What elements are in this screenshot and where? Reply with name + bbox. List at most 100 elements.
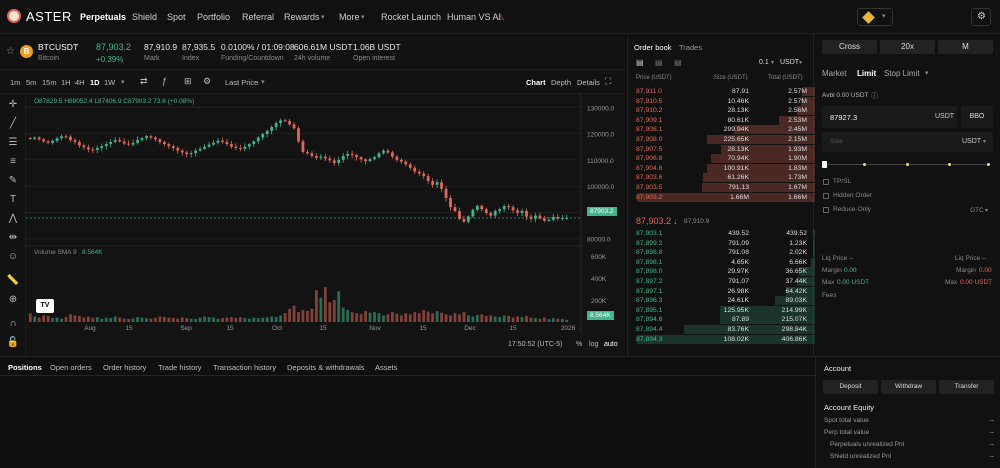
nav-rewards[interactable]: Rewards	[284, 12, 320, 22]
ask-row[interactable]: 87,911.0 87.91 2.57M	[628, 87, 815, 97]
ask-row[interactable]: 87,903.2 1.66M 1.66M	[628, 192, 815, 203]
nav-human-vs-ai[interactable]: Human VS AI	[447, 12, 501, 22]
chevron-down-icon[interactable]: ▾	[985, 207, 988, 214]
crosshair-icon[interactable]: ✛	[6, 99, 20, 111]
nav-shield[interactable]: Shield	[132, 12, 157, 22]
timeframe-15m[interactable]: 15m	[42, 78, 57, 87]
ruler-icon[interactable]: 📏	[6, 275, 20, 287]
nav-spot[interactable]: Spot	[167, 12, 186, 22]
hidden-order-checkbox[interactable]	[823, 193, 829, 199]
bbo-button[interactable]: BBO	[961, 106, 993, 128]
size-slider[interactable]	[822, 161, 990, 169]
chevron-down-icon[interactable]: ▾	[799, 59, 802, 66]
reduce-only-checkbox[interactable]	[823, 207, 829, 213]
ask-row[interactable]: 87,910.2 28.13K 2.56M	[628, 106, 815, 116]
tab-positions[interactable]: Positions	[8, 363, 42, 372]
book-both-icon[interactable]: ▤	[636, 58, 644, 67]
tab-transaction-history[interactable]: Transaction history	[213, 363, 276, 372]
ask-row[interactable]: 87,907.5 28.13K 1.93M	[628, 144, 815, 155]
bid-row[interactable]: 87,894.4 83.76K 298.84K	[628, 325, 815, 335]
chevron-down-icon[interactable]: ▾	[261, 78, 265, 86]
chevron-down-icon[interactable]: ▾	[983, 138, 986, 145]
leverage-button[interactable]: 20x	[880, 40, 935, 54]
chevron-down-icon[interactable]: ▾	[925, 69, 929, 77]
bid-row[interactable]: 87,898.0 29.97K 36.65K	[628, 267, 815, 277]
auto-scale-toggle[interactable]: auto	[604, 341, 618, 348]
bid-row[interactable]: 87,894.3 108.02K 406.86K	[628, 334, 815, 345]
timeframe-4h[interactable]: 4H	[75, 78, 85, 87]
tpsl-checkbox[interactable]	[823, 179, 829, 185]
tab-trade-history[interactable]: Trade history	[158, 363, 202, 372]
brand-logo-icon[interactable]	[7, 9, 21, 23]
bid-row[interactable]: 87,903.1 439.52 439.52	[628, 229, 815, 239]
asset-mode-button[interactable]: M	[938, 40, 993, 54]
layout-icon[interactable]: ⊞	[184, 76, 192, 87]
timeframe-1h[interactable]: 1H	[61, 78, 71, 87]
ask-row[interactable]: 87,908.1 299.94K 2.45M	[628, 125, 815, 135]
timeframe-1w[interactable]: 1W	[104, 78, 115, 87]
brand-logo-text[interactable]: ASTER	[26, 9, 72, 24]
order-type-market[interactable]: Market	[822, 69, 846, 78]
order-type-stop-limit[interactable]: Stop Limit	[884, 69, 920, 78]
book-asks-icon[interactable]: ▤	[674, 58, 682, 67]
text-icon[interactable]: T	[6, 194, 20, 206]
bid-row[interactable]: 87,899.2 791.09 1.23K	[628, 238, 815, 249]
ask-row[interactable]: 87,910.5 10.46K 2.57M	[628, 96, 815, 107]
pattern-icon[interactable]: ⋀	[6, 213, 20, 225]
view-details-tab[interactable]: Details	[577, 78, 600, 87]
withdraw-button[interactable]: Withdraw	[881, 380, 936, 394]
bid-row[interactable]: 87,895.1 125.95K 214.99K	[628, 305, 815, 316]
bid-row[interactable]: 87,898.8 791.08 2.02K	[628, 248, 815, 258]
fib-icon[interactable]: ≡	[6, 156, 20, 168]
size-unit-select[interactable]: USDT	[962, 138, 981, 145]
nav-portfolio[interactable]: Portfolio	[197, 12, 230, 22]
view-chart-tab[interactable]: Chart	[526, 78, 546, 87]
ask-row[interactable]: 87,908.0 225.65K 2.15M	[628, 135, 815, 145]
nav-perpetuals[interactable]: Perpetuals	[80, 12, 126, 22]
timeframe-1m[interactable]: 1m	[10, 78, 20, 87]
tab-assets[interactable]: Assets	[375, 363, 398, 372]
price-mode-select[interactable]: Last Price	[225, 78, 258, 87]
tick-size-select[interactable]: 0.1	[759, 59, 769, 66]
emoji-icon[interactable]: ☺	[6, 251, 20, 263]
percent-scale-toggle[interactable]: %	[576, 341, 582, 348]
indicators-icon[interactable]: ƒ	[162, 76, 167, 86]
nav-rocket-launch[interactable]: Rocket Launch	[381, 12, 441, 22]
bid-row[interactable]: 87,897.1 26.98K 64.42K	[628, 286, 815, 297]
ask-row[interactable]: 87,904.8 100.91K 1.83M	[628, 163, 815, 174]
ask-row[interactable]: 87,909.1 80.61K 2.53M	[628, 115, 815, 126]
price-chart[interactable]: 130000.0120000.0110000.0100000.090000.08…	[26, 94, 625, 356]
deposit-button[interactable]: Deposit	[823, 380, 878, 394]
chevron-down-icon[interactable]: ▾	[74, 42, 78, 50]
book-bids-icon[interactable]: ▤	[655, 58, 663, 67]
magnet-icon[interactable]: ∩	[6, 318, 20, 330]
time-in-force-select[interactable]: GTC	[970, 207, 984, 214]
chart-settings-icon[interactable]: ⚙	[203, 76, 211, 87]
chevron-down-icon[interactable]: ▾	[771, 59, 774, 66]
tab-order-book[interactable]: Order book	[634, 43, 672, 52]
lock-drawings-icon[interactable]: 🔓	[6, 337, 20, 349]
tab-open-orders[interactable]: Open orders	[50, 363, 92, 372]
horizontal-line-icon[interactable]: ☰	[6, 137, 20, 149]
nav-referral[interactable]: Referral	[242, 12, 274, 22]
slider-handle[interactable]	[822, 161, 827, 168]
tab-trades[interactable]: Trades	[679, 43, 702, 52]
chevron-down-icon[interactable]: ▾	[121, 78, 125, 86]
timeframe-1d[interactable]: 1D	[90, 78, 100, 87]
margin-mode-button[interactable]: Cross	[822, 40, 877, 54]
zoom-in-icon[interactable]: ⊕	[6, 294, 20, 306]
tab-order-history[interactable]: Order history	[103, 363, 146, 372]
transfer-button[interactable]: Transfer	[939, 380, 994, 394]
view-depth-tab[interactable]: Depth	[551, 78, 571, 87]
favorite-star-icon[interactable]: ☆	[6, 46, 15, 57]
tab-deposits-withdrawals[interactable]: Deposits & withdrawals	[287, 363, 365, 372]
fullscreen-icon[interactable]: ⛶	[605, 76, 611, 87]
ask-row[interactable]: 87,906.8 70.94K 1.90M	[628, 154, 815, 164]
measure-icon[interactable]: ⇹	[6, 232, 20, 244]
brush-icon[interactable]: ✎	[6, 175, 20, 187]
log-scale-toggle[interactable]: log	[589, 341, 598, 348]
bid-row[interactable]: 87,898.1 4.65K 6.66K	[628, 257, 815, 268]
wallet-button[interactable]: ▾	[857, 8, 893, 26]
order-type-limit[interactable]: Limit	[857, 69, 876, 78]
price-input[interactable]: 87927.3 USDT	[822, 106, 957, 128]
